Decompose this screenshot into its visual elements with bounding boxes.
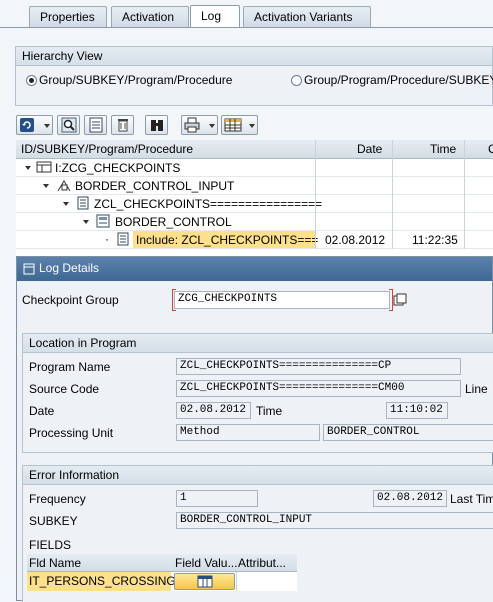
tab-strip-line	[0, 27, 493, 28]
hierarchy-view-title: Hierarchy View	[16, 47, 492, 66]
col-attribute[interactable]: Attribut...	[238, 556, 286, 570]
program-name-field[interactable]: ZCL_CHECKPOINTS===============CP	[176, 358, 461, 375]
chevron-down-icon	[209, 124, 215, 128]
dialog-window-icon	[23, 263, 35, 275]
col-header-id[interactable]: ID/SUBKEY/Program/Procedure	[21, 142, 193, 156]
checkpoint-group-label: Checkpoint Group	[22, 293, 119, 307]
tree-label: I:ZCG_CHECKPOINTS	[55, 161, 181, 175]
hierarchy-view-group: Hierarchy View Group/SUBKEY/Program/Proc…	[15, 46, 493, 106]
print-button[interactable]	[181, 115, 218, 135]
row-date: 02.08.2012	[325, 233, 386, 247]
expand-icon[interactable]	[83, 220, 89, 224]
search-icon	[61, 117, 77, 133]
refresh-button[interactable]	[16, 115, 53, 135]
radio-group-program-subkey[interactable]	[291, 75, 302, 86]
tab-log[interactable]: Log	[190, 5, 240, 28]
tree-row[interactable]: BORDER_CONTROL	[16, 213, 493, 231]
delete-button[interactable]	[111, 115, 134, 135]
location-title: Location in Program	[23, 334, 493, 353]
radio-label-2: Group/Program/Procedure/SUBKEY	[304, 73, 493, 87]
fields-table-header: Fld Name Field Valu... Attribut...	[27, 554, 297, 572]
expand-icon[interactable]	[43, 184, 49, 188]
subkey-icon	[57, 180, 71, 192]
tree-row[interactable]: BORDER_CONTROL_INPUT	[16, 177, 493, 195]
col-fld-name[interactable]: Fld Name	[29, 556, 81, 570]
subkey-field[interactable]: BORDER_CONTROL_INPUT	[176, 512, 493, 529]
subkey-label: SUBKEY	[29, 514, 78, 528]
date-label: Date	[29, 404, 55, 418]
col-header-time[interactable]: Time	[430, 142, 456, 156]
last-date-field[interactable]: 02.08.2012	[373, 490, 447, 507]
tab-activation[interactable]: Activation	[111, 6, 189, 27]
method-icon	[96, 214, 110, 228]
tree-label: BORDER_CONTROL_INPUT	[75, 179, 235, 193]
bullet-icon: ·	[105, 232, 109, 246]
tab-properties[interactable]: Properties	[29, 6, 107, 27]
fld-name-value: IT_PERSONS_CROSSING	[29, 574, 176, 588]
grid-icon	[224, 118, 242, 132]
row-time: 11:22:35	[412, 233, 458, 247]
chevron-down-icon	[249, 124, 255, 128]
find-button[interactable]	[57, 115, 80, 135]
fields-table-row[interactable]: IT_PERSONS_CROSSING	[27, 572, 297, 591]
tab-activation-variants[interactable]: Activation Variants	[243, 6, 371, 27]
refresh-icon	[20, 118, 34, 132]
required-marker-left	[172, 289, 176, 311]
checkpoint-group-icon	[36, 161, 52, 173]
tree-table-header: ID/SUBKEY/Program/Procedure Date Time C	[16, 140, 493, 159]
column-divider	[315, 140, 316, 252]
document-icon	[89, 117, 103, 133]
tree-label: ZCL_CHECKPOINTS================	[94, 197, 323, 211]
copy-icon[interactable]	[393, 293, 407, 307]
tree-row[interactable]: I:ZCG_CHECKPOINTS	[16, 159, 493, 177]
time-label: Time	[256, 404, 283, 418]
field-value-button[interactable]	[174, 573, 235, 590]
processing-unit-name-field[interactable]: BORDER_CONTROL	[323, 424, 493, 441]
error-info-title: Error Information	[23, 466, 493, 485]
include-icon	[117, 232, 129, 246]
radio-label-1: Group/SUBKEY/Program/Procedure	[39, 73, 233, 87]
program-name-label: Program Name	[29, 360, 111, 374]
fields-label: FIELDS	[29, 538, 72, 552]
tree-label: BORDER_CONTROL	[115, 215, 232, 229]
location-group: Location in Program Program Name ZCL_CHE…	[22, 333, 493, 453]
checkpoint-group-field[interactable]: ZCG_CHECKPOINTS	[174, 291, 390, 309]
program-icon	[77, 196, 89, 210]
time-field[interactable]: 11:10:02	[386, 402, 448, 419]
radio-group-subkey-program[interactable]	[26, 75, 37, 86]
processing-unit-label: Processing Unit	[29, 426, 114, 440]
tree-row[interactable]: ZCL_CHECKPOINTS================	[16, 195, 493, 213]
expand-icon[interactable]	[25, 166, 31, 170]
binoculars-button[interactable]	[145, 115, 168, 135]
line-label: Line	[465, 382, 488, 396]
chevron-down-icon	[44, 124, 50, 128]
print-icon	[184, 117, 200, 133]
frequency-label: Frequency	[29, 492, 86, 506]
table-icon	[197, 575, 213, 588]
frequency-field[interactable]: 1	[176, 490, 258, 507]
error-info-group: Error Information Frequency 1 02.08.2012…	[22, 465, 493, 602]
last-time-label: Last Tim	[450, 492, 493, 506]
col-header-extra[interactable]: C	[488, 142, 493, 156]
trash-icon	[118, 119, 128, 132]
binoculars-icon	[151, 120, 163, 131]
tree-label: Include: ZCL_CHECKPOINTS===	[136, 233, 319, 247]
details-button[interactable]	[84, 115, 107, 135]
source-code-field[interactable]: ZCL_CHECKPOINTS===============CM00	[176, 380, 461, 397]
col-field-value[interactable]: Field Valu...	[175, 556, 237, 570]
source-code-label: Source Code	[29, 382, 100, 396]
attribute-cell	[236, 572, 237, 591]
date-field[interactable]: 02.08.2012	[176, 402, 251, 419]
tree-row-selected[interactable]: · Include: ZCL_CHECKPOINTS=== 02.08.2012…	[16, 231, 493, 249]
expand-icon[interactable]	[63, 202, 69, 206]
processing-unit-type-field[interactable]: Method	[176, 424, 320, 441]
log-details-dialog: Log Details Checkpoint Group ZCG_CHECKPO…	[16, 256, 493, 602]
layout-button[interactable]	[221, 115, 258, 135]
column-divider	[464, 140, 465, 252]
column-divider	[392, 140, 393, 252]
tree-row-below	[16, 249, 493, 256]
col-header-date[interactable]: Date	[357, 142, 382, 156]
dialog-title[interactable]: Log Details	[17, 257, 492, 281]
